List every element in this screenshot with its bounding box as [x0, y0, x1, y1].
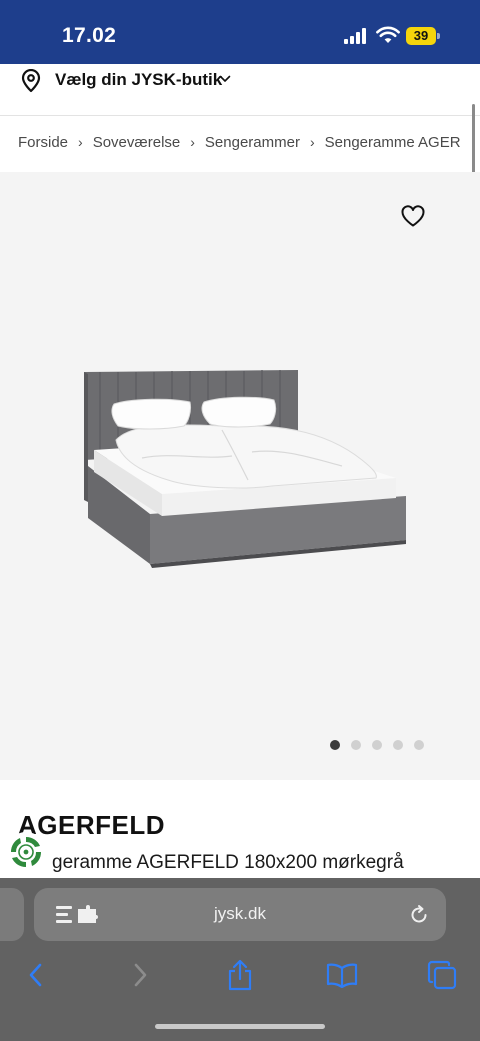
breadcrumb-separator-icon: › [78, 134, 83, 150]
forward-button[interactable] [122, 958, 158, 992]
gallery-dot[interactable] [414, 740, 424, 750]
share-button[interactable] [222, 958, 258, 992]
breadcrumb-separator-icon: › [190, 134, 195, 150]
share-icon [228, 959, 252, 991]
tabs-button[interactable] [424, 958, 460, 992]
breadcrumb-item-forside[interactable]: Forside [18, 134, 68, 151]
status-time: 17.02 [62, 24, 117, 47]
back-button[interactable] [18, 958, 54, 992]
eco-recycle-icon [6, 832, 46, 872]
breadcrumb-item-current[interactable]: Sengeramme AGER [325, 134, 461, 151]
chevron-down-icon [219, 75, 231, 82]
tabs-icon [427, 960, 457, 990]
breadcrumb-item-sovevaerelse[interactable]: Soveværelse [93, 134, 181, 151]
previous-tab-preview[interactable] [0, 888, 24, 941]
battery-icon: 39 [406, 27, 440, 45]
address-bar[interactable]: jysk.dk [34, 888, 446, 941]
store-selector-label: Vælg din JYSK-butik [55, 70, 223, 89]
location-pin-icon [21, 69, 41, 93]
gallery-dot[interactable] [351, 740, 361, 750]
breadcrumb-item-sengerammer[interactable]: Sengerammer [205, 134, 300, 151]
forward-icon [134, 963, 147, 987]
url-text[interactable]: jysk.dk [34, 904, 446, 924]
product-image-bed[interactable] [72, 368, 416, 574]
bookmarks-button[interactable] [324, 958, 360, 992]
product-gallery[interactable] [0, 172, 480, 780]
gallery-dot[interactable] [393, 740, 403, 750]
heart-outline-icon[interactable] [400, 204, 426, 228]
gallery-dot[interactable] [330, 740, 340, 750]
breadcrumb-separator-icon: › [309, 134, 315, 150]
bookmarks-icon [326, 963, 358, 988]
home-indicator[interactable] [155, 1024, 325, 1029]
wifi-icon [376, 26, 400, 43]
back-icon [29, 963, 42, 987]
product-name: geramme AGERFELD 180x200 mørkegrå [52, 852, 404, 873]
store-selector[interactable]: Vælg din JYSK-butik [0, 64, 480, 116]
reload-icon[interactable] [408, 904, 430, 926]
gallery-dot[interactable] [372, 740, 382, 750]
browser-toolbar: jysk.dk [0, 878, 480, 1041]
status-bar: 17.02 39 [0, 0, 480, 72]
cellular-signal-icon [344, 28, 368, 44]
breadcrumb: Forside › Soveværelse › Sengerammer › Sengeram… [18, 134, 462, 156]
battery-level: 39 [413, 28, 429, 43]
